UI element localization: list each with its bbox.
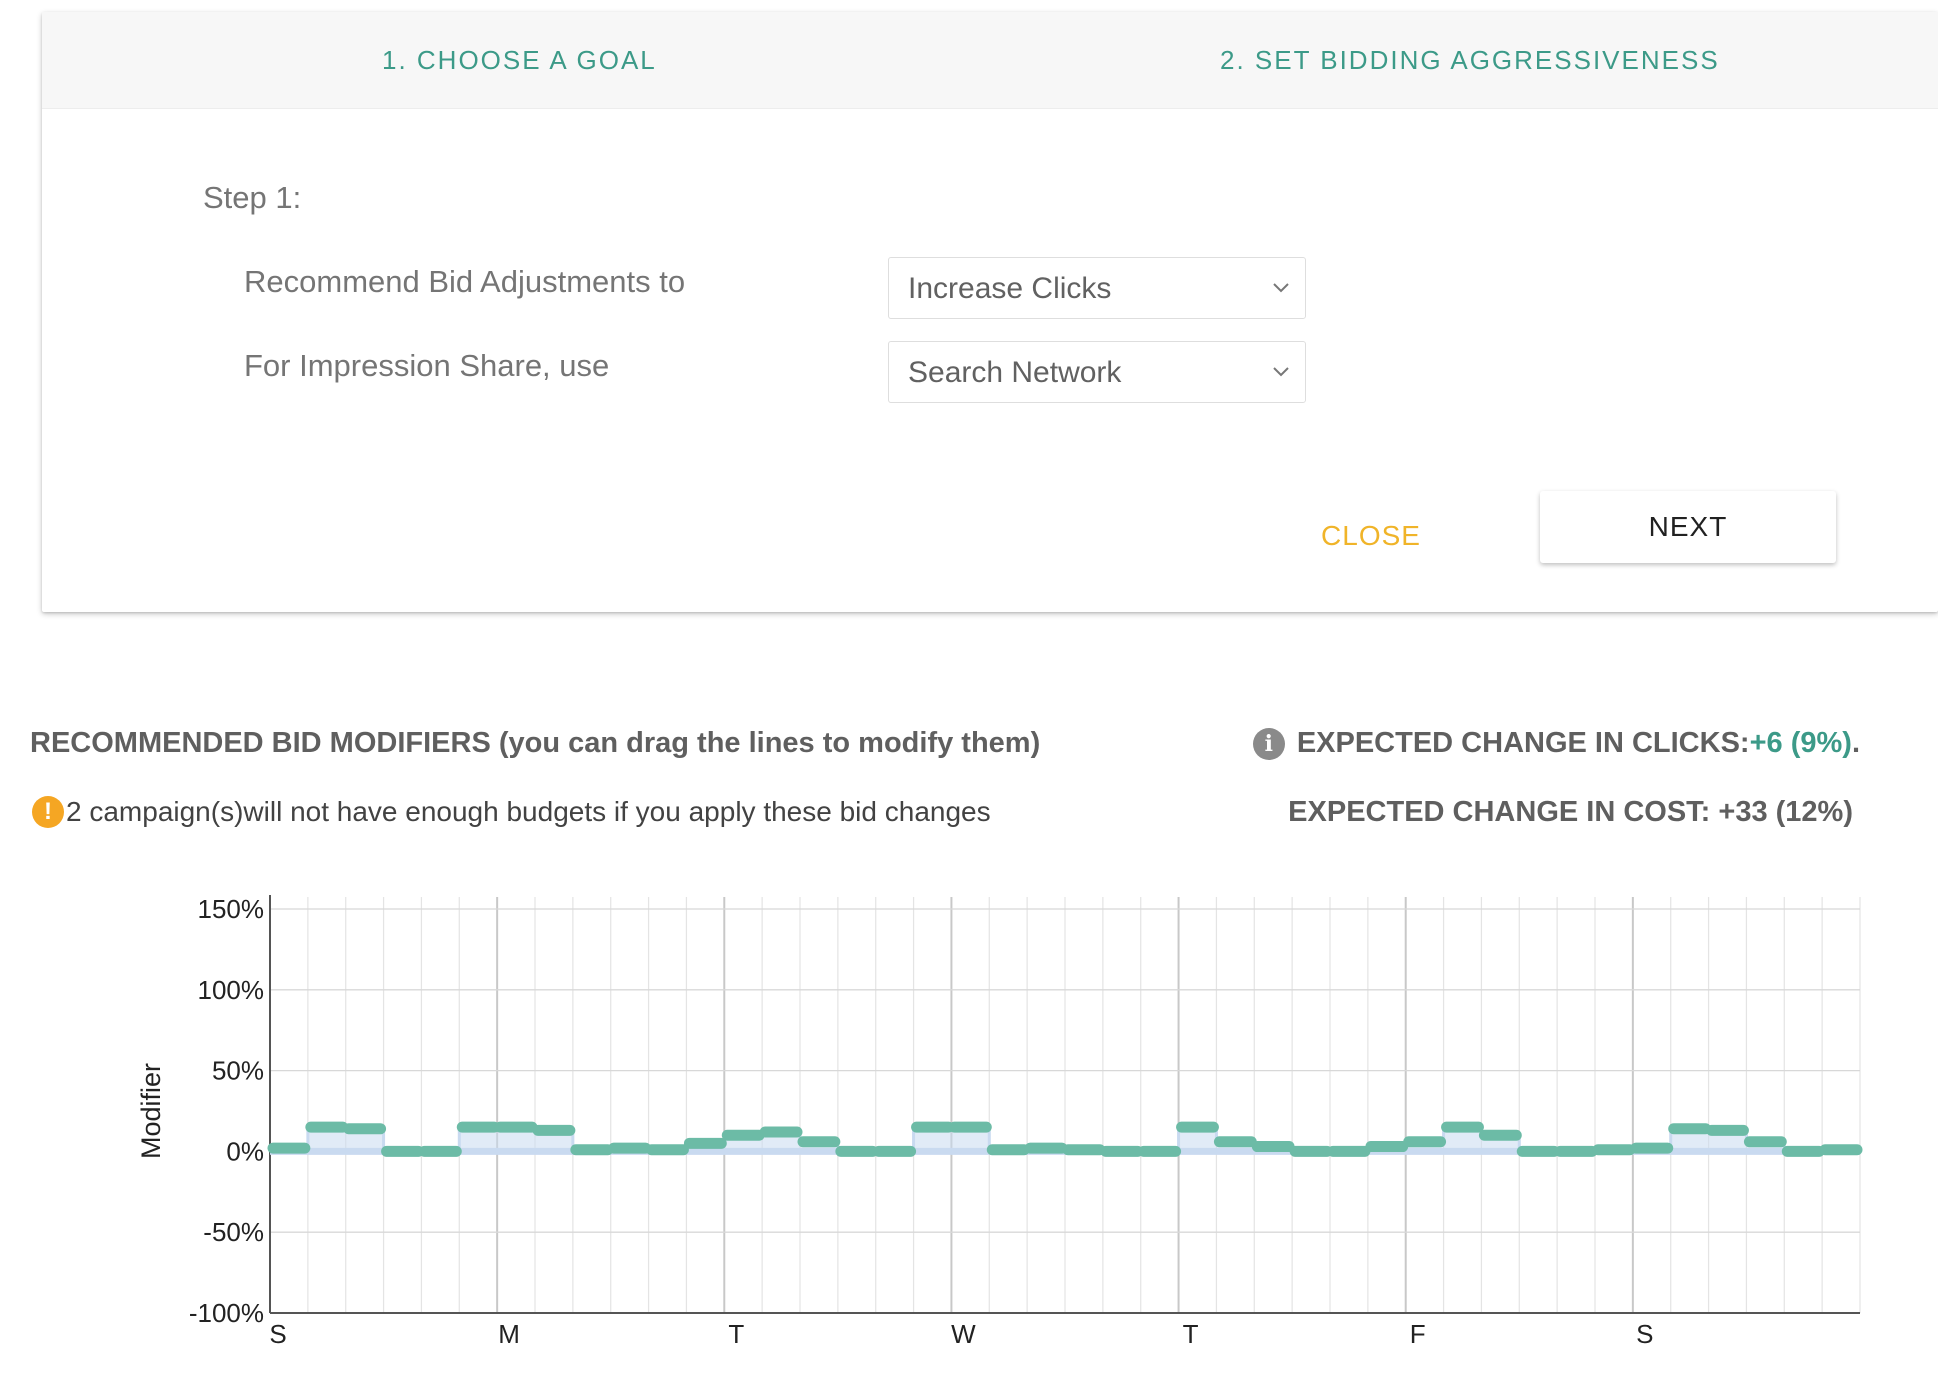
recommended-modifiers-title: RECOMMENDED BID MODIFIERS (you can drag … — [30, 727, 1041, 759]
info-icon[interactable]: i — [1252, 727, 1285, 760]
bid-adjust-select[interactable]: Increase Clicks — [888, 257, 1306, 319]
x-day-label: T — [1183, 1319, 1199, 1349]
x-day-label: S — [1636, 1319, 1653, 1349]
close-button[interactable]: CLOSE — [1296, 506, 1446, 566]
bid-modifier-chart: 150%100%50%0%-50%-100%S M T W T F SModifier — [136, 894, 1863, 1349]
expected-cost: EXPECTED CHANGE IN COST: +33 (12%) — [1288, 796, 1853, 828]
budget-warning: ! 2 campaign(s)will not have enough budg… — [32, 796, 991, 828]
x-day-label: S — [269, 1319, 286, 1349]
x-day-label: T — [728, 1319, 744, 1349]
warning-icon: ! — [32, 796, 64, 828]
budget-warning-text: 2 campaign(s)will not have enough budget… — [66, 796, 991, 827]
x-day-label: W — [951, 1319, 976, 1349]
chevron-down-icon — [1273, 283, 1289, 293]
impression-share-select[interactable]: Search Network — [888, 341, 1306, 403]
bid-adjust-value: Increase Clicks — [908, 272, 1112, 305]
expected-clicks-value: +6 (9%) — [1749, 727, 1852, 759]
y-tick-label: 100% — [198, 975, 265, 1005]
y-tick-label: -50% — [203, 1217, 264, 1247]
expected-clicks: i EXPECTED CHANGE IN CLICKS: +6 (9%) . — [1252, 727, 1860, 760]
step-label: Step 1: — [203, 180, 302, 215]
chevron-down-icon — [1273, 367, 1289, 377]
bid-adjust-label: Recommend Bid Adjustments to — [244, 264, 686, 299]
x-day-label: M — [498, 1319, 520, 1349]
x-day-label: F — [1410, 1319, 1426, 1349]
impression-share-label: For Impression Share, use — [244, 348, 610, 383]
y-tick-label: 50% — [212, 1056, 264, 1086]
tab-set-bidding-aggressiveness[interactable]: 2. SET BIDDING AGGRESSIVENESS — [1220, 12, 1720, 108]
bid-wizard-card: 1. CHOOSE A GOAL 2. SET BIDDING AGGRESSI… — [42, 12, 1938, 612]
y-tick-label: -100% — [189, 1298, 264, 1328]
tab-choose-goal[interactable]: 1. CHOOSE A GOAL — [382, 12, 657, 108]
expected-clicks-suffix: . — [1851, 727, 1860, 759]
y-tick-label: 0% — [226, 1136, 264, 1166]
y-tick-label: 150% — [198, 894, 265, 924]
wizard-step-bar: 1. CHOOSE A GOAL 2. SET BIDDING AGGRESSI… — [42, 12, 1938, 109]
impression-share-value: Search Network — [908, 356, 1122, 389]
next-button[interactable]: NEXT — [1540, 491, 1836, 563]
expected-clicks-label: EXPECTED CHANGE IN CLICKS: — [1296, 727, 1750, 759]
y-axis-title: Modifier — [136, 1063, 166, 1159]
